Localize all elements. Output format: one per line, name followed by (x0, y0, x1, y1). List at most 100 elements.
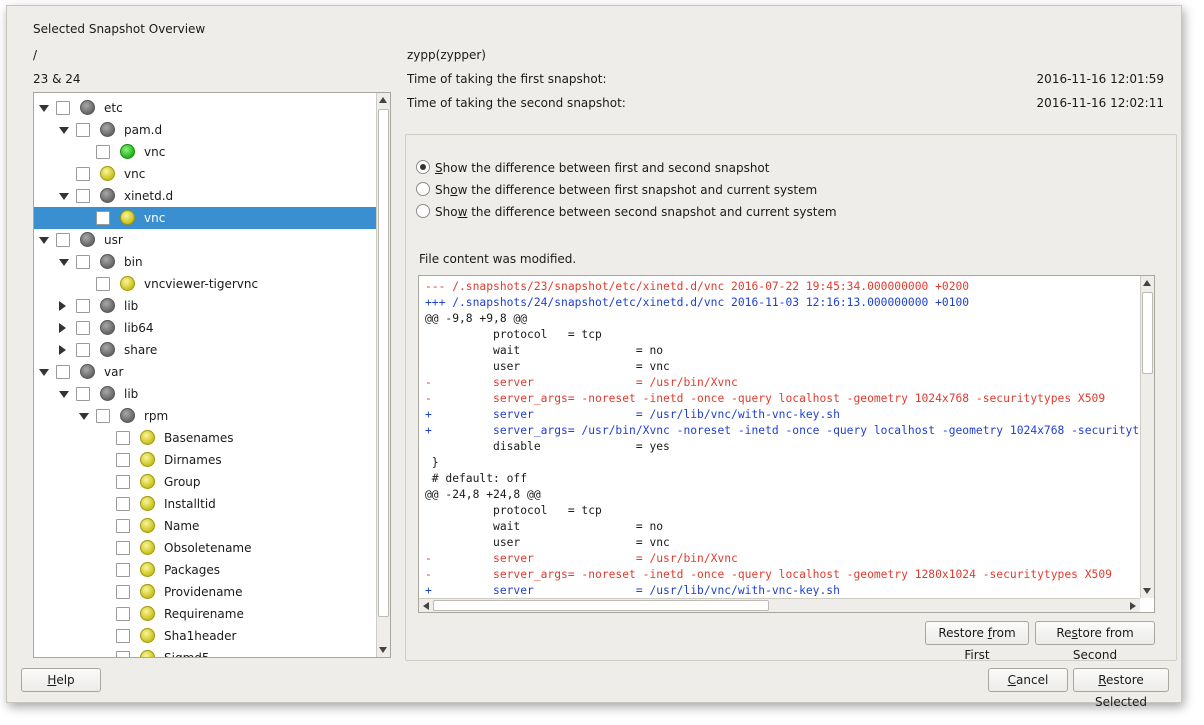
tree-row[interactable]: Packages (34, 559, 376, 581)
tree-row[interactable]: Basenames (34, 427, 376, 449)
tree-row[interactable]: vnc (34, 207, 376, 229)
tree-row-label: var (104, 365, 124, 379)
tree-row-checkbox[interactable] (116, 453, 130, 467)
expand-arrow-right-icon[interactable] (59, 301, 66, 311)
tree-row-checkbox[interactable] (96, 277, 110, 291)
gray-status-icon (80, 100, 95, 115)
tree-row-checkbox[interactable] (96, 145, 110, 159)
tree-row[interactable]: vnc (34, 141, 376, 163)
tree-row-checkbox[interactable] (116, 651, 130, 657)
diff-line: + server = /usr/lib/vnc/with-vnc-key.sh (425, 584, 840, 596)
tree-row-checkbox[interactable] (116, 563, 130, 577)
tree-row[interactable]: lib (34, 295, 376, 317)
tree-row[interactable]: Requirename (34, 603, 376, 625)
expand-arrow-down-icon[interactable] (39, 105, 49, 112)
scroll-up-arrow-icon[interactable] (379, 97, 387, 103)
tree-row[interactable]: share (34, 339, 376, 361)
scroll-left-arrow-icon[interactable] (423, 602, 429, 610)
tree-row[interactable]: Name (34, 515, 376, 537)
tree-row-checkbox[interactable] (116, 629, 130, 643)
diff-vertical-scroll-thumb[interactable] (1142, 292, 1153, 374)
scroll-up-arrow-icon[interactable] (1143, 280, 1151, 286)
file-tree[interactable]: etc pam.d vnc vnc xinetd.d vnc usr bin vncviewer… (33, 92, 391, 658)
tree-row[interactable]: etc (34, 97, 376, 119)
radio-first-vs-current-label[interactable]: Show the difference between first snapsh… (435, 183, 817, 197)
tree-row[interactable]: pam.d (34, 119, 376, 141)
expand-arrow-down-icon[interactable] (59, 391, 69, 398)
tree-row-checkbox[interactable] (76, 123, 90, 137)
tree-row[interactable]: usr (34, 229, 376, 251)
diff-vertical-scrollbar[interactable] (1140, 276, 1154, 598)
tree-row-checkbox[interactable] (116, 497, 130, 511)
tree-row-checkbox[interactable] (76, 299, 90, 313)
tree-row[interactable]: Providename (34, 581, 376, 603)
tree-row-checkbox[interactable] (116, 585, 130, 599)
tree-row-label: vncviewer-tigervnc (144, 277, 259, 291)
tree-row-checkbox[interactable] (116, 475, 130, 489)
tree-row-label: Name (164, 519, 200, 533)
expand-arrow-down-icon[interactable] (59, 193, 69, 200)
radio-first-vs-current[interactable] (416, 182, 430, 196)
tree-row[interactable]: lib (34, 383, 376, 405)
tree-row[interactable]: var (34, 361, 376, 383)
expand-arrow-down-icon[interactable] (59, 259, 69, 266)
tree-row-checkbox[interactable] (96, 409, 110, 423)
tree-row-checkbox[interactable] (116, 607, 130, 621)
radio-first-vs-second[interactable] (416, 160, 430, 174)
restore-from-second-button[interactable]: Restore from Second (1035, 621, 1155, 662)
tree-row[interactable]: Sha1header (34, 625, 376, 647)
radio-second-vs-current[interactable] (416, 204, 430, 218)
status-text: File content was modified. (419, 252, 577, 266)
tree-row-checkbox[interactable] (76, 255, 90, 269)
tree-row[interactable]: Installtid (34, 493, 376, 515)
tree-row-checkbox[interactable] (56, 365, 70, 379)
tree-row-checkbox[interactable] (116, 541, 130, 555)
tree-row[interactable]: vncviewer-tigervnc (34, 273, 376, 295)
tree-row[interactable]: lib64 (34, 317, 376, 339)
diff-horizontal-scrollbar[interactable] (419, 598, 1140, 612)
first-snapshot-time: 2016-11-16 12:01:59 (1036, 72, 1164, 86)
window-title: Selected Snapshot Overview (33, 22, 206, 36)
restore-from-first-button[interactable]: Restore from First (925, 621, 1029, 662)
tree-row-checkbox[interactable] (76, 343, 90, 357)
tree-row-checkbox[interactable] (76, 387, 90, 401)
tree-row-label: Sha1header (164, 629, 237, 643)
diff-horizontal-scroll-thumb[interactable] (433, 600, 769, 611)
radio-second-vs-current-label[interactable]: Show the difference between second snaps… (435, 205, 837, 219)
tree-row-checkbox[interactable] (56, 101, 70, 115)
tree-row[interactable]: Obsoletename (34, 537, 376, 559)
expand-arrow-right-icon[interactable] (59, 345, 66, 355)
tree-row-label: Installtid (164, 497, 216, 511)
tree-row-checkbox[interactable] (76, 321, 90, 335)
tree-row-checkbox[interactable] (116, 431, 130, 445)
expand-arrow-down-icon[interactable] (79, 413, 89, 420)
scroll-down-arrow-icon[interactable] (1143, 588, 1151, 594)
tree-row[interactable]: rpm (34, 405, 376, 427)
expand-arrow-right-icon[interactable] (59, 323, 66, 333)
expand-arrow-down-icon[interactable] (59, 127, 69, 134)
gray-status-icon (100, 320, 115, 335)
scroll-down-arrow-icon[interactable] (379, 647, 387, 653)
tree-row[interactable]: Dirnames (34, 449, 376, 471)
file-tree-scroll-thumb[interactable] (378, 109, 389, 617)
tree-row[interactable]: Sigmd5 (34, 647, 376, 657)
tree-row[interactable]: vnc (34, 163, 376, 185)
tree-row[interactable]: Group (34, 471, 376, 493)
expand-arrow-down-icon[interactable] (39, 369, 49, 376)
help-button[interactable]: Help (21, 668, 101, 692)
file-tree-scrollbar[interactable] (376, 93, 390, 657)
tree-row[interactable]: xinetd.d (34, 185, 376, 207)
diff-viewer[interactable]: --- /.snapshots/23/snapshot/etc/xinetd.d… (418, 275, 1155, 613)
tree-row-checkbox[interactable] (96, 211, 110, 225)
tree-row-checkbox[interactable] (116, 519, 130, 533)
scroll-right-arrow-icon[interactable] (1130, 602, 1136, 610)
expand-arrow-down-icon[interactable] (39, 237, 49, 244)
tree-row-checkbox[interactable] (56, 233, 70, 247)
second-snapshot-label: Time of taking the second snapshot: (407, 96, 626, 110)
restore-selected-button[interactable]: Restore Selected (1073, 668, 1169, 709)
cancel-button[interactable]: Cancel (988, 668, 1068, 692)
tree-row-checkbox[interactable] (76, 189, 90, 203)
radio-first-vs-second-label[interactable]: Show the difference between first and se… (435, 161, 769, 175)
tree-row-checkbox[interactable] (76, 167, 90, 181)
tree-row[interactable]: bin (34, 251, 376, 273)
